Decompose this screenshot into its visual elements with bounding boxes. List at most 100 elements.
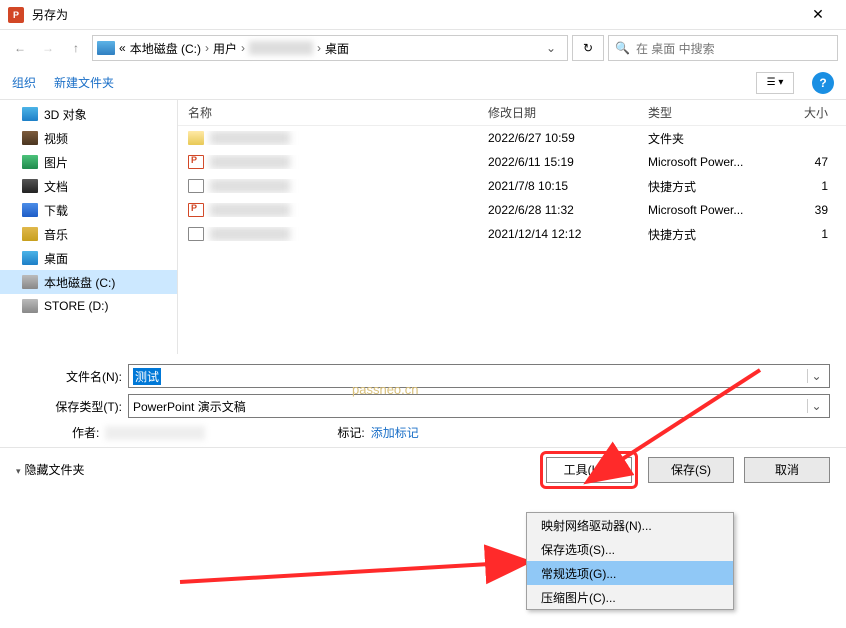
tag-label: 标记: [337, 424, 364, 441]
sidebar-item[interactable]: 文档 [0, 174, 177, 198]
file-date: 2021/7/8 10:15 [478, 179, 638, 193]
new-folder-button[interactable]: 新建文件夹 [54, 74, 114, 91]
filename-dropdown-icon[interactable]: ⌄ [807, 369, 825, 383]
file-icon [188, 155, 204, 169]
window-title: 另存为 [32, 6, 798, 23]
filetype-value: PowerPoint 演示文稿 [133, 398, 246, 415]
path-dropdown-icon[interactable]: ⌄ [539, 41, 563, 55]
sidebar-icon [22, 179, 38, 193]
author-label: 作者: [72, 424, 99, 441]
header-date[interactable]: 修改日期 [478, 104, 638, 121]
filename-value: 测试 [133, 368, 161, 385]
file-type: 文件夹 [638, 130, 778, 147]
file-icon [188, 203, 204, 217]
file-name-obscured: xxxxxx [210, 155, 290, 169]
hide-folders-link[interactable]: 隐藏文件夹 [16, 461, 530, 478]
cancel-button[interactable]: 取消 [744, 457, 830, 483]
save-label: 保存(S) [671, 461, 711, 478]
file-size: 1 [778, 179, 838, 193]
forward-button[interactable]: → [36, 36, 60, 60]
sidebar-item[interactable]: 本地磁盘 (C:) [0, 270, 177, 294]
menu-item[interactable]: 保存选项(S)... [527, 537, 733, 561]
tag-value[interactable]: 添加标记 [371, 424, 419, 441]
filetype-label: 保存类型(T): [16, 398, 128, 415]
file-name-obscured: xxxxxx [210, 131, 290, 145]
sidebar-icon [22, 275, 38, 289]
file-date: 2022/6/11 15:19 [478, 155, 638, 169]
file-type: Microsoft Power... [638, 203, 778, 217]
file-type: 快捷方式 [638, 226, 778, 243]
sidebar-icon [22, 131, 38, 145]
tools-label: 工具(L) [564, 461, 603, 478]
menu-item[interactable]: 压缩图片(C)... [527, 585, 733, 609]
sidebar-item-label: 文档 [44, 178, 68, 195]
sidebar-item-label: 图片 [44, 154, 68, 171]
filetype-dropdown-icon[interactable]: ⌄ [807, 399, 825, 413]
sidebar-icon [22, 227, 38, 241]
sidebar-icon [22, 251, 38, 265]
filetype-select[interactable]: PowerPoint 演示文稿 ⌄ [128, 394, 830, 418]
file-date: 2022/6/28 11:32 [478, 203, 638, 217]
organize-button[interactable]: 组织 [12, 74, 36, 91]
path-seg[interactable]: 用户 [213, 40, 237, 57]
help-icon[interactable]: ? [812, 72, 834, 94]
sidebar-item[interactable]: STORE (D:) [0, 294, 177, 318]
folder-icon [97, 41, 115, 55]
sidebar-item[interactable]: 下载 [0, 198, 177, 222]
path-ellipsis: « [119, 41, 126, 55]
sidebar-item-label: 下载 [44, 202, 68, 219]
path-bar[interactable]: « 本地磁盘 (C:)› 用户› xxxx› 桌面 ⌄ [92, 35, 568, 61]
tools-button[interactable]: 工具(L) ▾ [546, 457, 632, 483]
sidebar-item[interactable]: 音乐 [0, 222, 177, 246]
path-seg[interactable]: 本地磁盘 (C:) [130, 40, 201, 57]
search-icon: 🔍 [615, 41, 630, 55]
save-button[interactable]: 保存(S) [648, 457, 734, 483]
tools-highlight-box: 工具(L) ▾ [540, 451, 638, 489]
file-date: 2021/12/14 12:12 [478, 227, 638, 241]
app-icon: P [8, 7, 24, 23]
file-row[interactable]: xxxxxx 2022/6/11 15:19Microsoft Power...4… [178, 150, 846, 174]
path-seg-obscured[interactable]: xxxx [249, 41, 313, 55]
file-icon [188, 179, 204, 193]
back-button[interactable]: ← [8, 36, 32, 60]
file-name-obscured: xxxxxx [210, 203, 290, 217]
close-icon[interactable]: ✕ [798, 6, 838, 23]
refresh-button[interactable]: ↻ [572, 35, 604, 61]
header-type[interactable]: 类型 [638, 104, 778, 121]
file-list-header[interactable]: 名称 修改日期 类型 大小 [178, 100, 846, 126]
view-mode-button[interactable]: ☰ ▾ [756, 72, 794, 94]
sidebar-item-label: 桌面 [44, 250, 68, 267]
sidebar-item-label: 本地磁盘 (C:) [44, 274, 115, 291]
path-seg[interactable]: 桌面 [325, 40, 349, 57]
file-row[interactable]: xxxxxx 2021/7/8 10:15快捷方式1 [178, 174, 846, 198]
file-icon [188, 227, 204, 241]
sidebar-item-label: 视频 [44, 130, 68, 147]
file-date: 2022/6/27 10:59 [478, 131, 638, 145]
header-size[interactable]: 大小 [778, 104, 838, 121]
file-type: 快捷方式 [638, 178, 778, 195]
search-input[interactable]: 🔍 在 桌面 中搜索 [608, 35, 838, 61]
sidebar-item-label: 音乐 [44, 226, 68, 243]
chevron-down-icon: ▾ [608, 463, 614, 477]
sidebar-item-label: STORE (D:) [44, 299, 108, 313]
file-size: 47 [778, 155, 838, 169]
sidebar-item[interactable]: 视频 [0, 126, 177, 150]
file-row[interactable]: xxxxxx 2022/6/28 11:32Microsoft Power...3… [178, 198, 846, 222]
file-row[interactable]: xxxxxx 2022/6/27 10:59文件夹 [178, 126, 846, 150]
up-button[interactable]: ↑ [64, 36, 88, 60]
sidebar-item[interactable]: 图片 [0, 150, 177, 174]
file-type: Microsoft Power... [638, 155, 778, 169]
author-value[interactable]: xxxx [105, 426, 205, 440]
file-icon [188, 131, 204, 145]
sidebar-item[interactable]: 桌面 [0, 246, 177, 270]
sidebar-icon [22, 155, 38, 169]
filename-input[interactable]: 测试 ⌄ [128, 364, 830, 388]
menu-item[interactable]: 常规选项(G)... [527, 561, 733, 585]
sidebar-icon [22, 299, 38, 313]
header-name[interactable]: 名称 [178, 104, 478, 121]
file-name-obscured: xxxxxx [210, 179, 290, 193]
sidebar-item[interactable]: 3D 对象 [0, 102, 177, 126]
file-row[interactable]: xxxxxx2021/12/14 12:12快捷方式1 [178, 222, 846, 246]
file-size: 39 [778, 203, 838, 217]
menu-item[interactable]: 映射网络驱动器(N)... [527, 513, 733, 537]
